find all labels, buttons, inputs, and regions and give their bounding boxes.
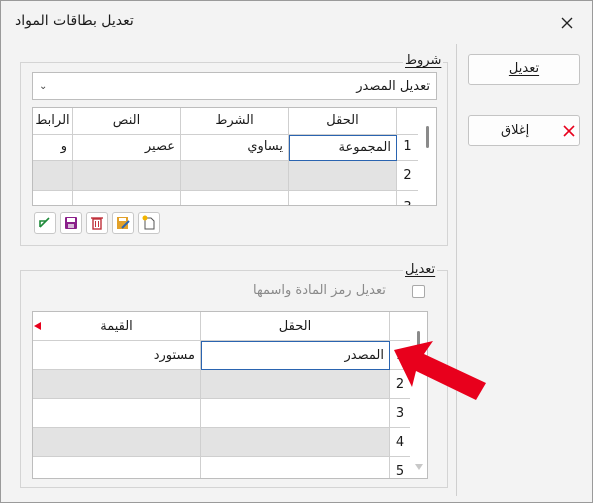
sort-arrow-icon <box>34 322 41 330</box>
condition-row3-condition[interactable] <box>181 191 289 205</box>
condition-row2-field[interactable] <box>289 161 397 191</box>
condition-row2-link[interactable] <box>33 161 73 191</box>
new-icon[interactable] <box>138 212 160 234</box>
save-icon[interactable] <box>60 212 82 234</box>
edit-row3-value[interactable] <box>33 399 201 428</box>
edit-button[interactable]: تعديل <box>468 54 580 85</box>
condition-row3-number: 3 <box>397 191 418 205</box>
condition-row1-text[interactable]: عصير <box>73 135 181 161</box>
column-header-value-label: القيمة <box>100 319 133 334</box>
scroll-down-icon[interactable] <box>414 463 424 471</box>
red-x-icon <box>563 125 575 137</box>
condition-row3-link[interactable] <box>33 191 73 205</box>
edit-row4-value[interactable] <box>33 428 201 457</box>
edit-row5-field[interactable] <box>201 457 390 478</box>
delete-icon[interactable] <box>86 212 108 234</box>
close-button[interactable]: إغلاق <box>468 115 580 146</box>
vertical-separator <box>456 44 457 496</box>
condition-row2-number: 2 <box>397 161 418 191</box>
edit-grid: القيمة الحقل مستورد المصدر 1 2 3 4 5 <box>32 311 428 479</box>
column-header-condition[interactable]: الشرط <box>181 108 289 135</box>
close-button-label: إغلاق <box>501 123 530 138</box>
source-combo-value: تعديل المصدر <box>356 79 430 94</box>
edit-row1-field[interactable]: المصدر <box>201 341 390 370</box>
close-icon <box>561 17 573 29</box>
condition-row1-condition[interactable]: يساوي <box>181 135 289 161</box>
row-header-corner <box>397 108 418 135</box>
column-header-link[interactable]: الرابط <box>33 108 73 135</box>
edit-row2-value[interactable] <box>33 370 201 399</box>
edit-save-icon[interactable] <box>112 212 134 234</box>
edit-row3-field[interactable] <box>201 399 390 428</box>
edit-code-name-checkbox-label: تعديل رمز المادة واسمها <box>253 283 386 298</box>
condition-row2-condition[interactable] <box>181 161 289 191</box>
window-title: تعديل بطاقات المواد <box>15 13 134 29</box>
condition-row1-field[interactable]: المجموعة <box>289 135 397 161</box>
edit-row5-number: 5 <box>390 457 410 478</box>
edit-row4-field[interactable] <box>201 428 390 457</box>
title-bar: تعديل بطاقات المواد <box>1 1 592 43</box>
edit-section-label: تعديل <box>403 262 438 277</box>
condition-row1-link[interactable]: و <box>33 135 73 161</box>
source-combo-box[interactable]: تعديل المصدر ⌄ <box>32 72 437 100</box>
condition-row2-text[interactable] <box>73 161 181 191</box>
chevron-down-icon: ⌄ <box>39 81 48 92</box>
edit-code-name-checkbox[interactable] <box>412 285 425 298</box>
scroll-thumb[interactable] <box>426 126 429 148</box>
condition-row1-number: 1 <box>397 135 418 161</box>
dialog-window: تعديل بطاقات المواد تعديل إغلاق شروط تعد… <box>0 0 593 503</box>
edit-button-label: تعديل <box>508 61 540 76</box>
undo-icon[interactable] <box>34 212 56 234</box>
red-arrow-annotation-icon <box>394 341 486 400</box>
conditions-label: شروط <box>403 53 444 68</box>
column-header-text[interactable]: النص <box>73 108 181 135</box>
column-header-field[interactable]: الحقل <box>289 108 397 135</box>
condition-row3-text[interactable] <box>73 191 181 205</box>
edit-row2-field[interactable] <box>201 370 390 399</box>
condition-row3-field[interactable] <box>289 191 397 205</box>
conditions-grid: الرابط النص الشرط الحقل و عصير يساوي الم… <box>32 107 437 206</box>
edit-row1-value[interactable]: مستورد <box>33 341 201 370</box>
edit-row5-value[interactable] <box>33 457 201 478</box>
edit-row4-number: 4 <box>390 428 410 457</box>
column-header-edit-field[interactable]: الحقل <box>201 312 390 341</box>
window-close-button[interactable] <box>553 11 581 35</box>
conditions-scrollbar[interactable] <box>418 108 436 205</box>
column-header-value[interactable]: القيمة <box>33 312 201 341</box>
